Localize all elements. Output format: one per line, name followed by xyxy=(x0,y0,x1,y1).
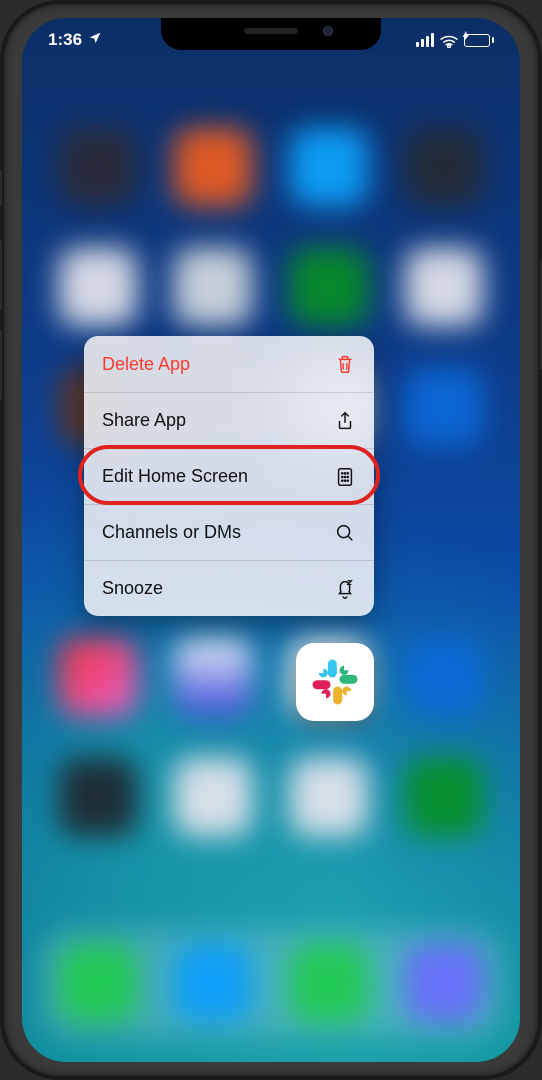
volume-up-button xyxy=(0,240,2,310)
silence-switch xyxy=(0,170,2,206)
wifi-icon xyxy=(440,33,458,47)
menu-item-label: Channels or DMs xyxy=(102,522,241,543)
volume-down-button xyxy=(0,330,2,400)
context-menu: Delete App Share App Edit Home Screen Ch… xyxy=(84,336,374,616)
share-icon xyxy=(334,410,356,432)
menu-item-label: Snooze xyxy=(102,578,163,599)
apps-icon xyxy=(334,466,356,488)
delete-app-item[interactable]: Delete App xyxy=(84,336,374,392)
menu-item-label: Delete App xyxy=(102,354,190,375)
search-icon xyxy=(334,522,356,544)
share-app-item[interactable]: Share App xyxy=(84,392,374,448)
status-bar: 1:36 xyxy=(22,26,520,54)
location-icon xyxy=(88,30,102,50)
snooze-item[interactable]: Snooze xyxy=(84,560,374,616)
edit-home-screen-item[interactable]: Edit Home Screen xyxy=(84,448,374,504)
screen: 1:36 Delete App xyxy=(22,18,520,1062)
status-time: 1:36 xyxy=(48,30,82,50)
trash-icon xyxy=(334,353,356,375)
cellular-icon xyxy=(416,33,434,47)
menu-item-label: Share App xyxy=(102,410,186,431)
phone-frame: 1:36 Delete App xyxy=(0,0,542,1080)
slack-app-icon[interactable] xyxy=(296,643,374,721)
bell-snooze-icon xyxy=(334,578,356,600)
menu-item-label: Edit Home Screen xyxy=(102,466,248,487)
battery-icon xyxy=(464,34,494,47)
channels-or-dms-item[interactable]: Channels or DMs xyxy=(84,504,374,560)
